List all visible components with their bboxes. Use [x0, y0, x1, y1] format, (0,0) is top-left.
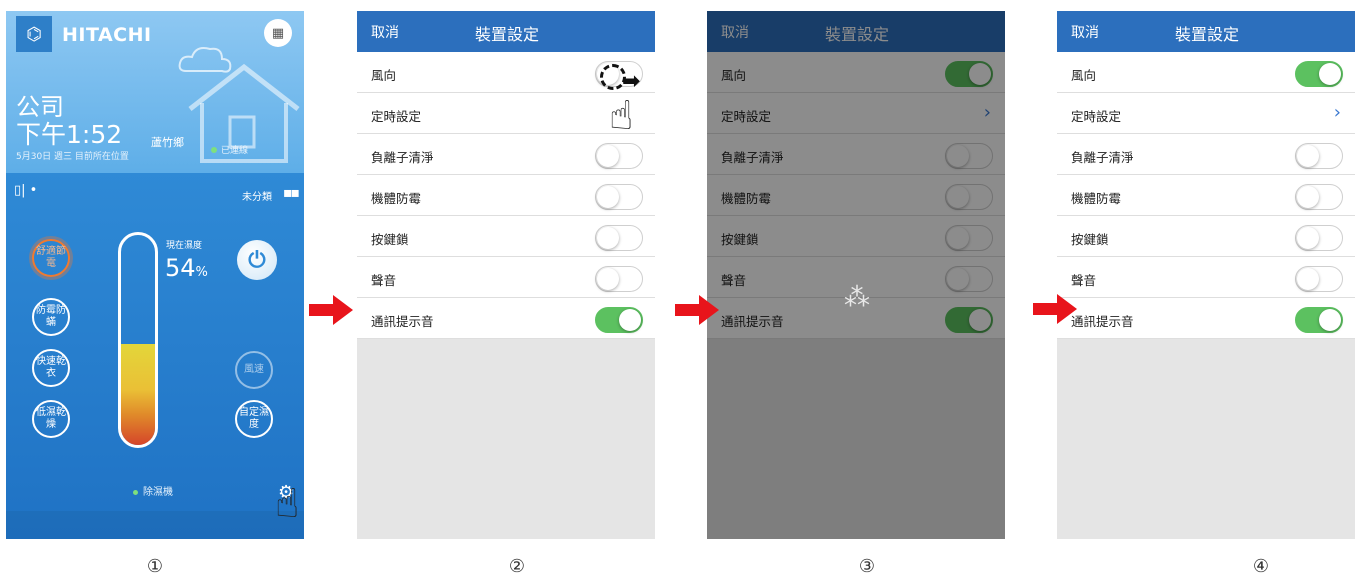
humidity-value: 54% [165, 254, 208, 282]
status-dot-icon [211, 147, 217, 153]
body-mold-toggle[interactable] [1295, 184, 1343, 210]
status-row: ▯| • 未分類 ▪▪ [14, 183, 300, 207]
setting-row-key-lock[interactable]: 按鍵鎖 [357, 216, 655, 257]
wind-direction-toggle[interactable] [1295, 61, 1343, 87]
device-dot-icon [133, 490, 138, 495]
step-number-3: ③ [858, 556, 876, 577]
custom-humidity-button[interactable]: 自定濕度 [235, 400, 273, 438]
connection-status: 已連線 [211, 143, 248, 156]
main-screen: ⌬ HITACHI ▦ 公司 下午1:52 蘆竹鄉 5月30日 週三 目前所在位… [6, 11, 304, 539]
power-button[interactable]: ⏻ [237, 240, 277, 280]
mode-low-humidity-button[interactable]: 低濕乾燥 [32, 400, 70, 438]
step-number-4: ④ [1252, 556, 1270, 577]
current-time: 下午1:52 [16, 120, 123, 149]
key-lock-toggle[interactable] [1295, 225, 1343, 251]
setting-row-wind-direction[interactable]: 風向 [1057, 52, 1355, 93]
loading-spinner-icon: ⁂ [844, 283, 870, 313]
district-name: 蘆竹鄉 [151, 136, 184, 149]
setting-row-ion[interactable]: 負離子清淨 [357, 134, 655, 175]
comm-sound-toggle[interactable] [1295, 307, 1343, 333]
settings-screen-step3: 取消 裝置設定 風向 定時設定 › 負離子清淨 機體防霉 按鍵鎖 聲音 通訊提示音… [707, 11, 1005, 539]
settings-screen-step2: 取消 裝置設定 風向 定時設定 負離子清淨 機體防霉 按鍵鎖 聲音 通訊提示音 … [357, 11, 655, 539]
humidity-gauge-fill [121, 344, 155, 445]
setting-row-body-mold[interactable]: 機體防霉 [1057, 175, 1355, 216]
loading-overlay [707, 11, 1005, 539]
humidity-label: 現在濕度 [166, 241, 203, 251]
tap-hand-icon: ☝ [609, 93, 634, 139]
setting-row-comm-sound[interactable]: 通訊提示音 [357, 298, 655, 339]
mode-comfort-button[interactable]: 舒適節電 [32, 239, 70, 277]
key-lock-toggle[interactable] [595, 225, 643, 251]
chevron-right-icon: › [1333, 102, 1341, 123]
calendar-icon[interactable]: ▦ [264, 19, 292, 47]
page-title: 裝置設定 [1175, 25, 1240, 44]
setting-row-comm-sound[interactable]: 通訊提示音 [1057, 298, 1355, 339]
tank-icon: ▯| • [14, 183, 38, 198]
swipe-right-arrow-icon: ➡ [622, 69, 641, 94]
mode-mold-button[interactable]: 防霉防蟎 [32, 298, 70, 336]
step-number-2: ② [508, 556, 526, 577]
red-arrow-icon [675, 295, 719, 325]
red-arrow-icon [309, 295, 353, 325]
mode-quick-dry-button[interactable]: 快速乾衣 [32, 349, 70, 387]
settings-screen-step4: 取消 裝置設定 風向 定時設定 › 負離子清淨 機體防霉 按鍵鎖 聲音 通訊提示音 [1057, 11, 1355, 539]
grid-menu-icon[interactable]: ▪▪ [283, 185, 300, 201]
app-logo-icon: ⌬ [16, 16, 52, 52]
setting-row-timer[interactable]: 定時設定 › [1057, 93, 1355, 134]
settings-header: 取消 裝置設定 [357, 11, 655, 52]
cloud-icon [178, 47, 232, 73]
category-label[interactable]: 未分類 [242, 188, 272, 203]
ion-toggle[interactable] [595, 143, 643, 169]
page-title: 裝置設定 [475, 25, 540, 44]
sound-toggle[interactable] [1295, 266, 1343, 292]
step-number-1: ① [146, 556, 164, 577]
brand-name: HITACHI [62, 24, 152, 46]
setting-row-sound[interactable]: 聲音 [1057, 257, 1355, 298]
tap-hand-icon: ☝ [275, 481, 300, 527]
cancel-button[interactable]: 取消 [371, 22, 399, 42]
setting-row-sound[interactable]: 聲音 [357, 257, 655, 298]
setting-row-key-lock[interactable]: 按鍵鎖 [1057, 216, 1355, 257]
fan-speed-button[interactable]: 風速 [235, 351, 273, 389]
device-label: 除濕機 [133, 483, 173, 498]
body-mold-toggle[interactable] [595, 184, 643, 210]
setting-row-ion[interactable]: 負離子清淨 [1057, 134, 1355, 175]
bottom-bar [6, 511, 304, 539]
ion-toggle[interactable] [1295, 143, 1343, 169]
date-line: 5月30日 週三 目前所在位置 [16, 152, 129, 162]
sound-toggle[interactable] [595, 266, 643, 292]
settings-header: 取消 裝置設定 [1057, 11, 1355, 52]
power-icon: ⏻ [248, 247, 266, 273]
cancel-button[interactable]: 取消 [1071, 22, 1099, 42]
humidity-gauge [118, 232, 158, 448]
setting-row-body-mold[interactable]: 機體防霉 [357, 175, 655, 216]
comm-sound-toggle[interactable] [595, 307, 643, 333]
red-arrow-icon [1033, 294, 1077, 324]
settings-list: 風向 定時設定 › 負離子清淨 機體防霉 按鍵鎖 聲音 通訊提示音 [1057, 52, 1355, 339]
